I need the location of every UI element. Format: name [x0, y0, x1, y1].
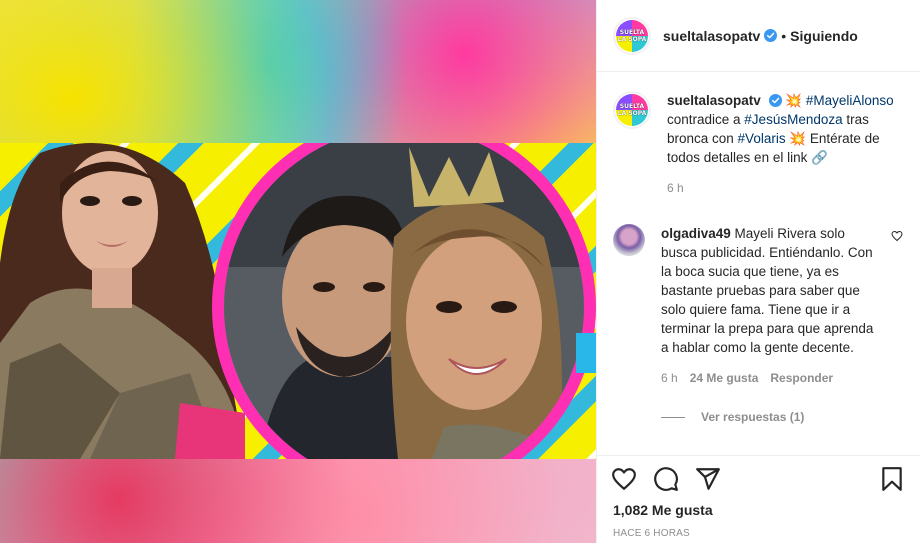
hashtag-link[interactable]: #Volaris: [738, 131, 786, 146]
caption: SUELTA LA SOPA sueltalasopatv 💥 #MayeliA…: [613, 91, 905, 198]
action-bar: [611, 462, 905, 496]
comment-likes[interactable]: 24 Me gusta: [690, 371, 759, 385]
caption-text-1: 💥: [785, 93, 806, 108]
caption-text-2: contradice a: [667, 112, 745, 127]
verified-badge-icon: [768, 94, 782, 107]
replies-line: [661, 416, 685, 418]
separator-dot: •: [781, 27, 787, 44]
post-header: SUELTA LA SOPA sueltalasopatv • Siguiend…: [597, 0, 920, 72]
caption-time[interactable]: 6 h: [667, 181, 684, 195]
account-avatar[interactable]: SUELTA LA SOPA: [613, 16, 651, 55]
comment-item: olgadiva49 Mayeli Rivera solo busca publ…: [613, 224, 905, 388]
caption-avatar[interactable]: SUELTA LA SOPA: [613, 91, 651, 129]
verified-badge-icon: [764, 29, 778, 42]
header-username[interactable]: sueltalasopatv: [663, 28, 760, 44]
comment-icon[interactable]: [653, 466, 679, 492]
couple-photo-frame: [212, 143, 596, 459]
caption-body: sueltalasopatv 💥 #MayeliAlonso contradic…: [667, 91, 899, 198]
left-person-photo: [0, 143, 245, 459]
post-side-panel: SUELTA LA SOPA sueltalasopatv • Siguiend…: [596, 0, 920, 543]
comment-text: Mayeli Rivera solo busca publicidad. Ent…: [661, 226, 874, 355]
couple-photo: [224, 143, 584, 459]
view-replies-button[interactable]: Ver respuestas (1): [661, 410, 905, 424]
commenter-avatar[interactable]: [613, 224, 645, 256]
share-icon[interactable]: [695, 466, 721, 492]
comment-meta: 6 h 24 Me gusta Responder: [661, 369, 883, 388]
comment-body: olgadiva49 Mayeli Rivera solo busca publ…: [661, 224, 883, 388]
post-media[interactable]: [0, 0, 596, 543]
post-actions: 1,082 Me gusta HACE 6 HORAS: [597, 455, 920, 543]
heart-icon[interactable]: [611, 466, 637, 492]
post-image[interactable]: [0, 143, 596, 459]
comment-time[interactable]: 6 h: [661, 371, 678, 385]
brand-logo: SUELTA LA SOPA: [616, 94, 648, 126]
post-timestamp[interactable]: HACE 6 HORAS: [611, 528, 905, 539]
reply-button[interactable]: Responder: [770, 371, 833, 385]
likes-count[interactable]: 1,082 Me gusta: [611, 502, 905, 518]
bookmark-icon[interactable]: [879, 466, 905, 492]
caption-username[interactable]: sueltalasopatv: [667, 93, 761, 108]
comment-username[interactable]: olgadiva49: [661, 226, 731, 241]
caption-meta: 6 h: [667, 179, 899, 198]
following-button[interactable]: Siguiendo: [790, 28, 858, 44]
hashtag-link[interactable]: #JesúsMendoza: [744, 112, 842, 127]
comments-section: SUELTA LA SOPA sueltalasopatv 💥 #MayeliA…: [597, 73, 920, 455]
logo-text: SUELTA LA SOPA: [617, 103, 647, 117]
comment-heart-icon[interactable]: [891, 230, 903, 242]
decorative-stripe: [576, 333, 596, 373]
hashtag-link[interactable]: #MayeliAlonso: [806, 93, 894, 108]
view-replies-label: Ver respuestas (1): [701, 410, 805, 424]
logo-text: SUELTA LA SOPA: [617, 28, 647, 43]
instagram-post-modal: SUELTA LA SOPA sueltalasopatv • Siguiend…: [0, 0, 920, 543]
brand-logo: SUELTA LA SOPA: [616, 19, 648, 52]
